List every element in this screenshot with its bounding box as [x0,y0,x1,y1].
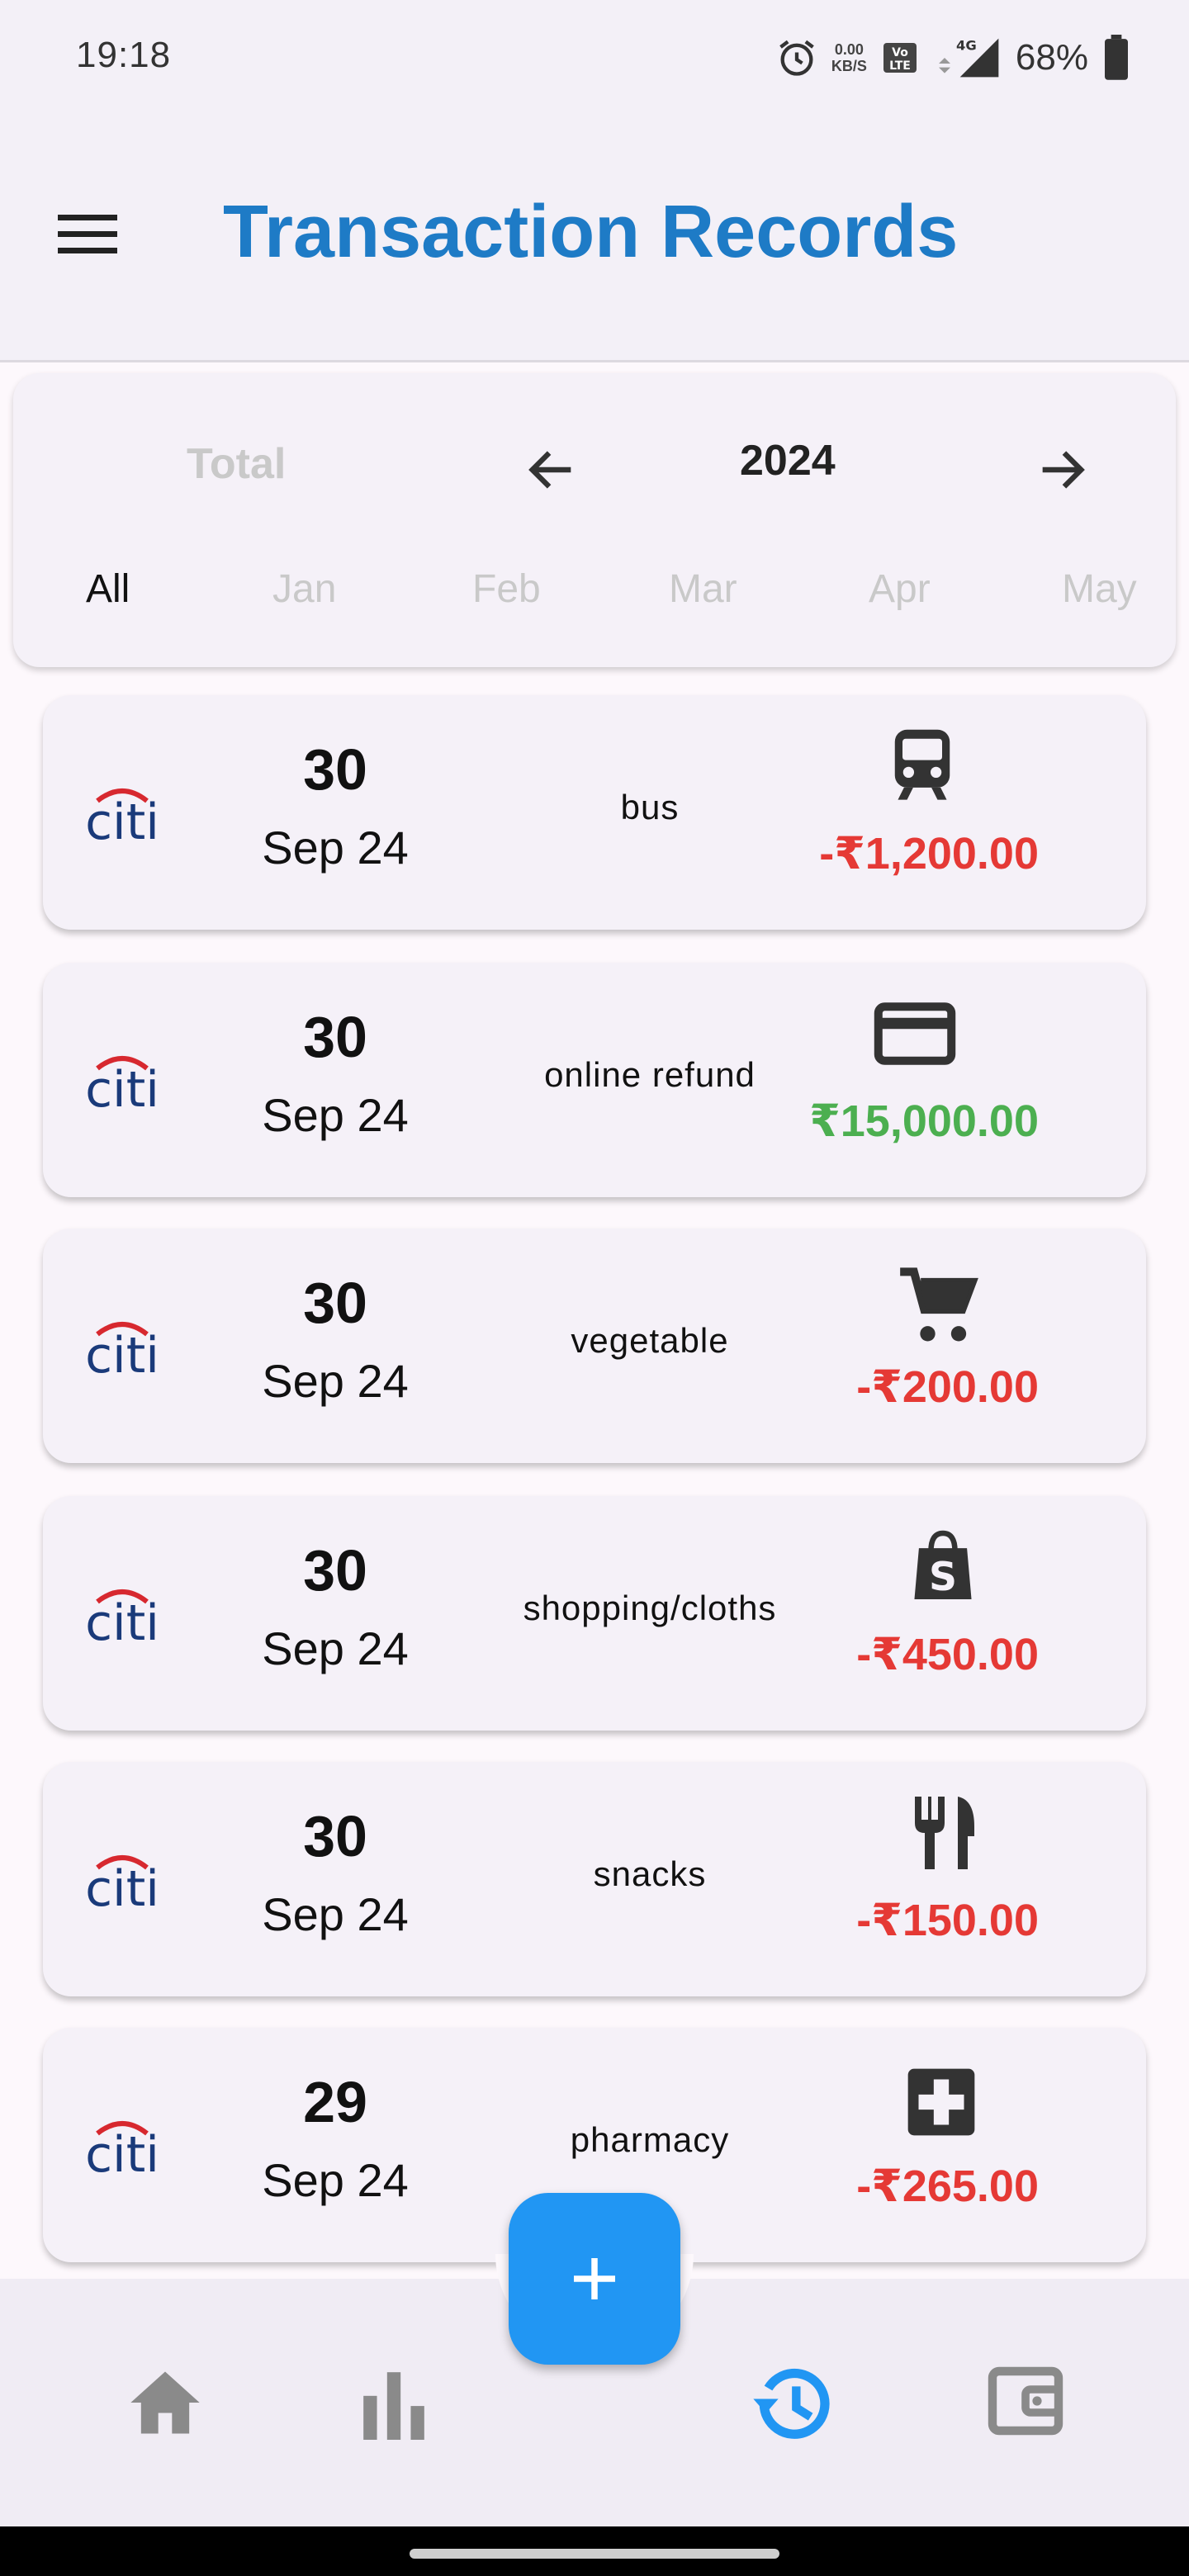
transaction-description: snacks [593,1854,707,1893]
transaction-amount: -₹150.00 [856,1896,1039,1945]
bar-chart-icon[interactable] [357,2361,431,2448]
transaction-card[interactable]: citi 30 Sep 24 vegetable -₹200.00 [43,1229,1146,1463]
status-bar: 19:18 0.00 KB/S Vo LTE 4G 68% [0,0,1189,116]
transaction-description: shopping/cloths [523,1589,777,1627]
svg-text:citi: citi [85,2126,159,2180]
tab-feb[interactable]: Feb [472,566,541,612]
add-transaction-button[interactable] [509,2193,680,2365]
credit-card-icon [874,1001,956,1071]
tab-may[interactable]: May [1062,566,1137,612]
network-speed: 0.00 KB/S [831,41,867,74]
transaction-card[interactable]: citi 30 Sep 24 bus -₹1,200.00 [43,695,1146,930]
svg-text:citi: citi [85,1860,159,1914]
transaction-month: Sep 24 [262,1622,409,1674]
transaction-description: online refund [544,1055,756,1094]
transaction-month: Sep 24 [262,1355,409,1407]
citi-logo-icon: citi [74,1582,170,1652]
gesture-handle[interactable] [410,2549,779,2559]
transaction-amount: -₹450.00 [856,1630,1039,1679]
svg-text:citi: citi [85,1061,159,1115]
volte-icon: Vo LTE [880,38,920,78]
transaction-month: Sep 24 [262,822,409,874]
tab-jan[interactable]: Jan [272,566,336,612]
transaction-amount: -₹265.00 [856,2162,1039,2211]
citi-logo-icon: citi [74,1314,170,1385]
transaction-card[interactable]: citi 30 Sep 24 shopping/cloths S -₹450.0… [43,1496,1146,1731]
citi-logo-icon: citi [74,781,170,851]
period-filter-card: Total 2024 All Jan Feb Mar Apr May [13,373,1176,667]
menu-icon[interactable] [58,213,117,260]
network-speed-value: 0.00 [834,41,864,58]
network-speed-unit: KB/S [831,58,867,74]
wallet-icon[interactable] [986,2361,1065,2445]
transaction-month: Sep 24 [262,1888,409,1940]
year-label: 2024 [740,437,836,485]
svg-text:LTE: LTE [889,59,911,73]
train-icon [885,727,959,810]
citi-logo-icon: citi [74,2114,170,2184]
restaurant-icon [905,1792,984,1878]
status-icons: 0.00 KB/S Vo LTE 4G 68% [775,31,1131,84]
page-title: Transaction Records [223,191,959,273]
transaction-amount: ₹15,000.00 [809,1096,1039,1146]
transaction-description: pharmacy [570,2120,730,2159]
shopping-cart-icon [897,1265,979,1352]
tab-mar[interactable]: Mar [669,566,737,612]
citi-logo-icon: citi [74,1049,170,1119]
transaction-amount: -₹1,200.00 [819,829,1039,878]
previous-year-arrow-icon[interactable] [519,441,585,503]
home-icon[interactable] [124,2361,206,2448]
battery-icon [1101,35,1131,81]
total-toggle[interactable]: Total [187,439,286,489]
plus-icon [574,2258,615,2299]
transaction-month: Sep 24 [262,1089,409,1141]
transaction-card[interactable]: citi 30 Sep 24 snacks -₹150.00 [43,1762,1146,1996]
transaction-description: bus [620,788,680,826]
svg-text:citi: citi [85,1327,159,1380]
tab-apr[interactable]: Apr [869,566,931,612]
tab-all[interactable]: All [86,566,130,612]
transaction-month: Sep 24 [262,2154,409,2206]
app-bar: Transaction Records [0,116,1189,362]
medical-icon [905,2066,978,2143]
transaction-description: vegetable [571,1321,729,1360]
citi-logo-icon: citi [74,1848,170,1918]
next-year-arrow-icon[interactable] [1029,441,1095,503]
svg-text:S: S [929,1555,957,1600]
svg-text:Vo: Vo [892,46,908,59]
transaction-card[interactable]: citi 30 Sep 24 online refund ₹15,000.00 [43,963,1146,1197]
svg-text:citi: citi [85,1594,159,1648]
battery-percentage: 68% [1015,37,1088,78]
transaction-amount: -₹200.00 [856,1362,1039,1412]
svg-text:4G: 4G [956,38,977,54]
signal-icon: 4G [933,35,1002,81]
alarm-icon [775,36,818,79]
svg-text:citi: citi [85,793,159,847]
shopping-bag-icon: S [910,1529,976,1608]
status-time: 19:18 [76,35,172,75]
history-icon[interactable] [750,2361,836,2451]
